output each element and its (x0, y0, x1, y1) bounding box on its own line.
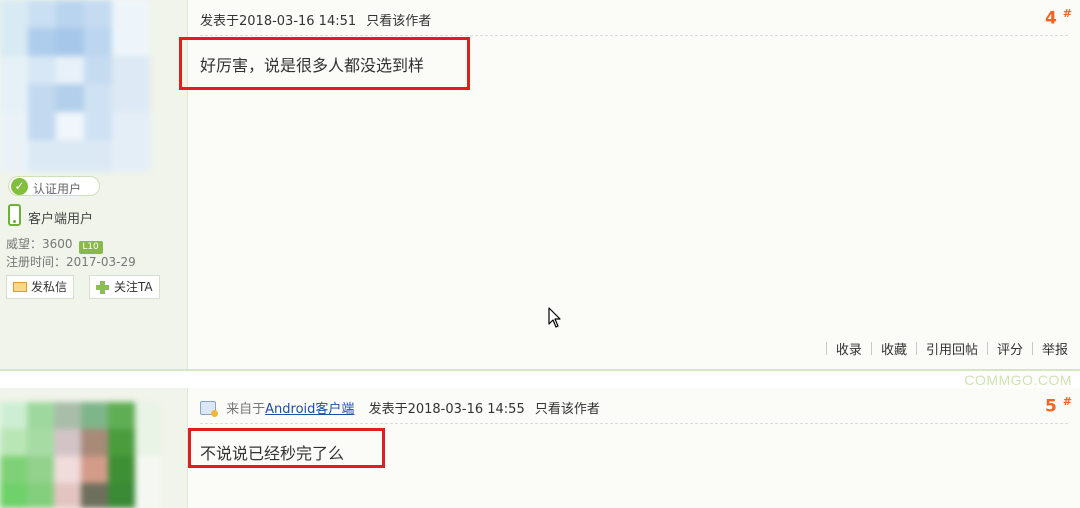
floor-number[interactable]: 4 # (1045, 7, 1072, 29)
verified-label: 认证用户 (33, 182, 82, 196)
post-header: 来自于Android客户端 发表于2018-03-16 14:55 只看该作者 (200, 398, 1068, 424)
mouse-cursor-icon (548, 307, 561, 328)
send-pm-label: 发私信 (31, 280, 68, 294)
rate-button[interactable]: 评分 (997, 343, 1023, 358)
source-prefix: 来自于 (226, 402, 266, 417)
post-floor-5: 来自于Android客户端 发表于2018-03-16 14:55 只看该作者 … (0, 388, 1080, 508)
post-header: 发表于2018-03-16 14:51 只看该作者 (200, 10, 1068, 36)
author-only-link[interactable]: 只看该作者 (366, 14, 431, 29)
phone-icon (8, 204, 21, 226)
favorite-button[interactable]: 收藏 (881, 343, 907, 358)
user-sidebar (0, 388, 188, 508)
mobile-app-icon (200, 400, 218, 417)
watermark: COMMGO.COM (964, 372, 1072, 388)
floor-mark: # (1062, 395, 1072, 408)
send-pm-button[interactable]: 发私信 (6, 275, 75, 299)
highlight-box (188, 428, 385, 468)
floor-value: 5 (1045, 396, 1057, 417)
post-time: 发表于2018-03-16 14:51 (200, 14, 357, 29)
mail-icon (13, 282, 27, 292)
floor-mark: # (1062, 7, 1072, 20)
avatar[interactable] (0, 0, 150, 172)
register-date: 注册时间：2017-03-29 (6, 255, 136, 269)
collect-button[interactable]: 收录 (836, 343, 862, 358)
post-time: 发表于2018-03-16 14:55 (368, 402, 525, 417)
quote-reply-button[interactable]: 引用回帖 (926, 343, 978, 358)
floor-number[interactable]: 5 # (1045, 395, 1072, 417)
prestige-row: 威望：3600 L10 (6, 235, 103, 254)
plus-icon (96, 281, 109, 294)
author-only-link[interactable]: 只看该作者 (535, 402, 600, 417)
prestige-value: 威望：3600 (6, 237, 73, 251)
floor-value: 4 (1045, 8, 1057, 29)
avatar[interactable] (0, 402, 160, 508)
client-user-label: 客户端用户 (28, 212, 94, 227)
user-sidebar: ✓ 认证用户 客户端用户 威望：3600 L10 注册时间：2017-03-29 … (0, 0, 188, 370)
post-divider (0, 369, 1080, 371)
verified-stamp: ✓ 认证用户 (8, 176, 100, 196)
follow-button[interactable]: 关注TA (89, 275, 160, 299)
post-floor-4: ✓ 认证用户 客户端用户 威望：3600 L10 注册时间：2017-03-29 … (0, 0, 1080, 370)
follow-label: 关注TA (114, 280, 153, 294)
android-client-link[interactable]: Android客户端 (265, 402, 354, 417)
check-icon: ✓ (11, 178, 28, 195)
highlight-box (179, 37, 470, 90)
report-button[interactable]: 举报 (1042, 343, 1068, 358)
post-actions: 收录 收藏 引用回帖 评分 举报 (817, 339, 1068, 358)
